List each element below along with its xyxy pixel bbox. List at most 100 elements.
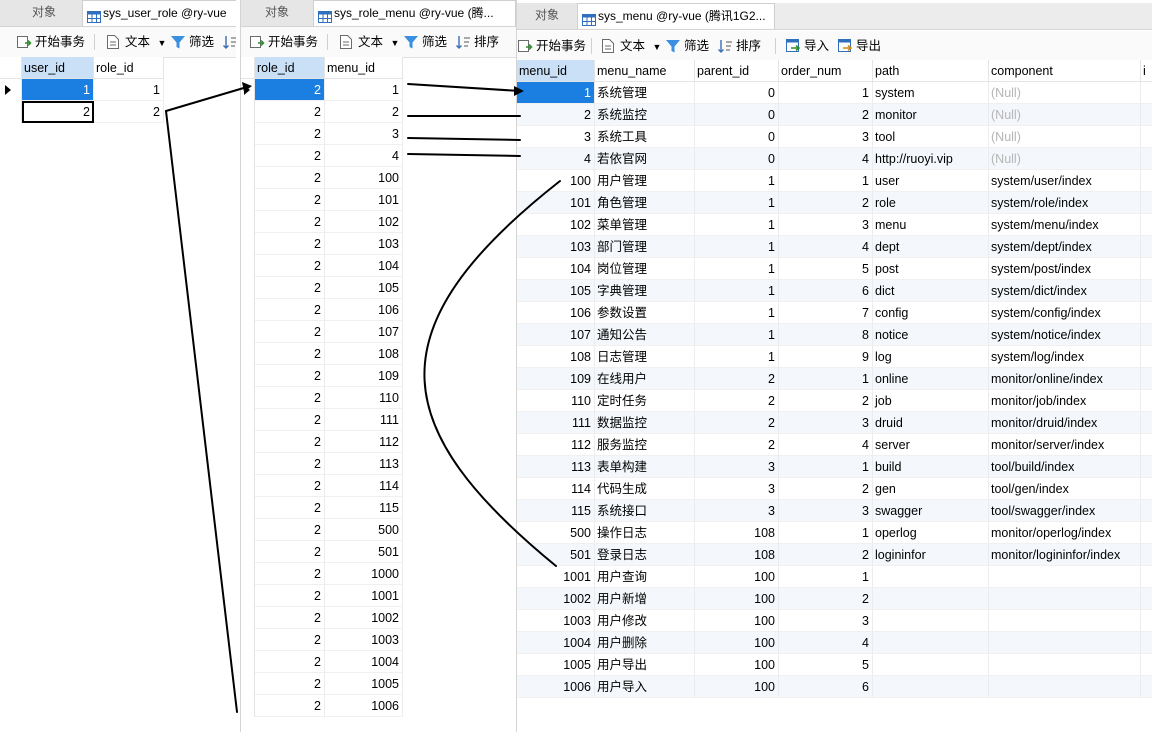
text-button[interactable]: 文本 ▼ xyxy=(601,37,661,55)
cell-path[interactable]: operlog xyxy=(873,522,989,544)
cell-parent-id[interactable]: 1 xyxy=(695,214,779,236)
cell-menu-id[interactable]: 1 xyxy=(517,82,595,104)
table-row[interactable]: 2 113 xyxy=(241,453,516,475)
table-row[interactable]: 2 107 xyxy=(241,321,516,343)
table-row[interactable]: 101 角色管理 1 2 role system/role/index xyxy=(517,192,1152,214)
cell-component[interactable] xyxy=(989,566,1141,588)
table-row[interactable]: 114 代码生成 3 2 gen tool/gen/index xyxy=(517,478,1152,500)
cell-component[interactable]: system/role/index xyxy=(989,192,1141,214)
cell-menu-id[interactable]: 1006 xyxy=(517,676,595,698)
cell-path[interactable]: config xyxy=(873,302,989,324)
table-row[interactable]: 2 106 xyxy=(241,299,516,321)
cell-role-id[interactable]: 2 xyxy=(255,387,325,409)
cell-path[interactable]: dept xyxy=(873,236,989,258)
cell-order-num[interactable]: 5 xyxy=(779,258,873,280)
cell-order-num[interactable]: 2 xyxy=(779,478,873,500)
table-row[interactable]: 100 用户管理 1 1 user system/user/index xyxy=(517,170,1152,192)
cell-path[interactable] xyxy=(873,610,989,632)
cell-menu-name[interactable]: 菜单管理 xyxy=(595,214,695,236)
tab-sys-role-menu[interactable]: sys_role_menu @ry-vue (腾... xyxy=(313,0,516,26)
table-row[interactable]: 115 系统接口 3 3 swagger tool/swagger/index xyxy=(517,500,1152,522)
cell-path[interactable]: log xyxy=(873,346,989,368)
cell-parent-id[interactable]: 1 xyxy=(695,258,779,280)
cell-parent-id[interactable]: 1 xyxy=(695,236,779,258)
table-row[interactable]: 2 110 xyxy=(241,387,516,409)
cell-extra[interactable] xyxy=(1141,192,1152,214)
cell-menu-name[interactable]: 若依官网 xyxy=(595,148,695,170)
cell-extra[interactable] xyxy=(1141,148,1152,170)
cell-order-num[interactable]: 1 xyxy=(779,456,873,478)
cell-menu-id[interactable]: 111 xyxy=(325,409,403,431)
cell-extra[interactable] xyxy=(1141,82,1152,104)
column-header-extra[interactable]: i xyxy=(1141,60,1152,82)
cell-role-id[interactable]: 2 xyxy=(255,431,325,453)
cell-menu-name[interactable]: 系统接口 xyxy=(595,500,695,522)
cell-parent-id[interactable]: 100 xyxy=(695,632,779,654)
cell-component[interactable]: system/config/index xyxy=(989,302,1141,324)
cell-parent-id[interactable]: 2 xyxy=(695,412,779,434)
cell-menu-name[interactable]: 用户新增 xyxy=(595,588,695,610)
cell-menu-id[interactable]: 110 xyxy=(325,387,403,409)
cell-component[interactable]: monitor/online/index xyxy=(989,368,1141,390)
cell-parent-id[interactable]: 2 xyxy=(695,368,779,390)
column-header-user-id[interactable]: user_id xyxy=(22,57,94,79)
cell-path[interactable]: user xyxy=(873,170,989,192)
cell-menu-id[interactable]: 500 xyxy=(517,522,595,544)
tab-sys-menu[interactable]: sys_menu @ry-vue (腾讯1G2... xyxy=(577,3,775,29)
cell-extra[interactable] xyxy=(1141,522,1152,544)
cell-menu-id[interactable]: 104 xyxy=(517,258,595,280)
cell-menu-name[interactable]: 用户删除 xyxy=(595,632,695,654)
cell-menu-name[interactable]: 字典管理 xyxy=(595,280,695,302)
cell-order-num[interactable]: 1 xyxy=(779,566,873,588)
table-row[interactable]: 2 2 xyxy=(0,101,236,123)
cell-menu-name[interactable]: 参数设置 xyxy=(595,302,695,324)
text-button[interactable]: 文本 ▼ xyxy=(339,33,399,51)
cell-component[interactable]: monitor/druid/index xyxy=(989,412,1141,434)
cell-role-id[interactable]: 2 xyxy=(255,453,325,475)
cell-role-id[interactable]: 2 xyxy=(94,101,164,123)
cell-menu-name[interactable]: 在线用户 xyxy=(595,368,695,390)
cell-menu-id[interactable]: 100 xyxy=(517,170,595,192)
cell-menu-id[interactable]: 112 xyxy=(517,434,595,456)
cell-component[interactable] xyxy=(989,676,1141,698)
cell-component[interactable]: system/user/index xyxy=(989,170,1141,192)
cell-menu-name[interactable]: 用户管理 xyxy=(595,170,695,192)
cell-menu-id[interactable]: 3 xyxy=(517,126,595,148)
table-row[interactable]: 2 103 xyxy=(241,233,516,255)
cell-menu-id[interactable]: 1004 xyxy=(325,651,403,673)
cell-extra[interactable] xyxy=(1141,544,1152,566)
cell-role-id[interactable]: 2 xyxy=(255,673,325,695)
cell-menu-id[interactable]: 1005 xyxy=(517,654,595,676)
cell-extra[interactable] xyxy=(1141,170,1152,192)
cell-menu-id[interactable]: 101 xyxy=(325,189,403,211)
table-row[interactable]: 2 105 xyxy=(241,277,516,299)
cell-order-num[interactable]: 8 xyxy=(779,324,873,346)
table-row[interactable]: 111 数据监控 2 3 druid monitor/druid/index xyxy=(517,412,1152,434)
table-row[interactable]: 112 服务监控 2 4 server monitor/server/index xyxy=(517,434,1152,456)
cell-user-id[interactable]: 2 xyxy=(22,101,94,123)
cell-extra[interactable] xyxy=(1141,566,1152,588)
table-row[interactable]: 2 1001 xyxy=(241,585,516,607)
cell-path[interactable]: role xyxy=(873,192,989,214)
cell-menu-name[interactable]: 岗位管理 xyxy=(595,258,695,280)
cell-menu-id[interactable]: 108 xyxy=(325,343,403,365)
cell-menu-name[interactable]: 用户修改 xyxy=(595,610,695,632)
column-header-path[interactable]: path xyxy=(873,60,989,82)
cell-path[interactable] xyxy=(873,566,989,588)
cell-menu-id[interactable]: 114 xyxy=(517,478,595,500)
cell-order-num[interactable]: 6 xyxy=(779,280,873,302)
column-header-role-id[interactable]: role_id xyxy=(94,57,164,79)
cell-menu-id[interactable]: 3 xyxy=(325,123,403,145)
cell-role-id[interactable]: 2 xyxy=(255,211,325,233)
cell-menu-id[interactable]: 107 xyxy=(325,321,403,343)
cell-role-id[interactable]: 2 xyxy=(255,475,325,497)
column-header-menu-id[interactable]: menu_id xyxy=(325,57,403,79)
table-row[interactable]: 102 菜单管理 1 3 menu system/menu/index xyxy=(517,214,1152,236)
cell-menu-id[interactable]: 106 xyxy=(325,299,403,321)
column-header-role-id[interactable]: role_id xyxy=(255,57,325,79)
cell-role-id[interactable]: 2 xyxy=(255,607,325,629)
cell-order-num[interactable]: 2 xyxy=(779,104,873,126)
table-row[interactable]: 24 xyxy=(241,145,516,167)
cell-component[interactable] xyxy=(989,654,1141,676)
cell-menu-name[interactable]: 操作日志 xyxy=(595,522,695,544)
